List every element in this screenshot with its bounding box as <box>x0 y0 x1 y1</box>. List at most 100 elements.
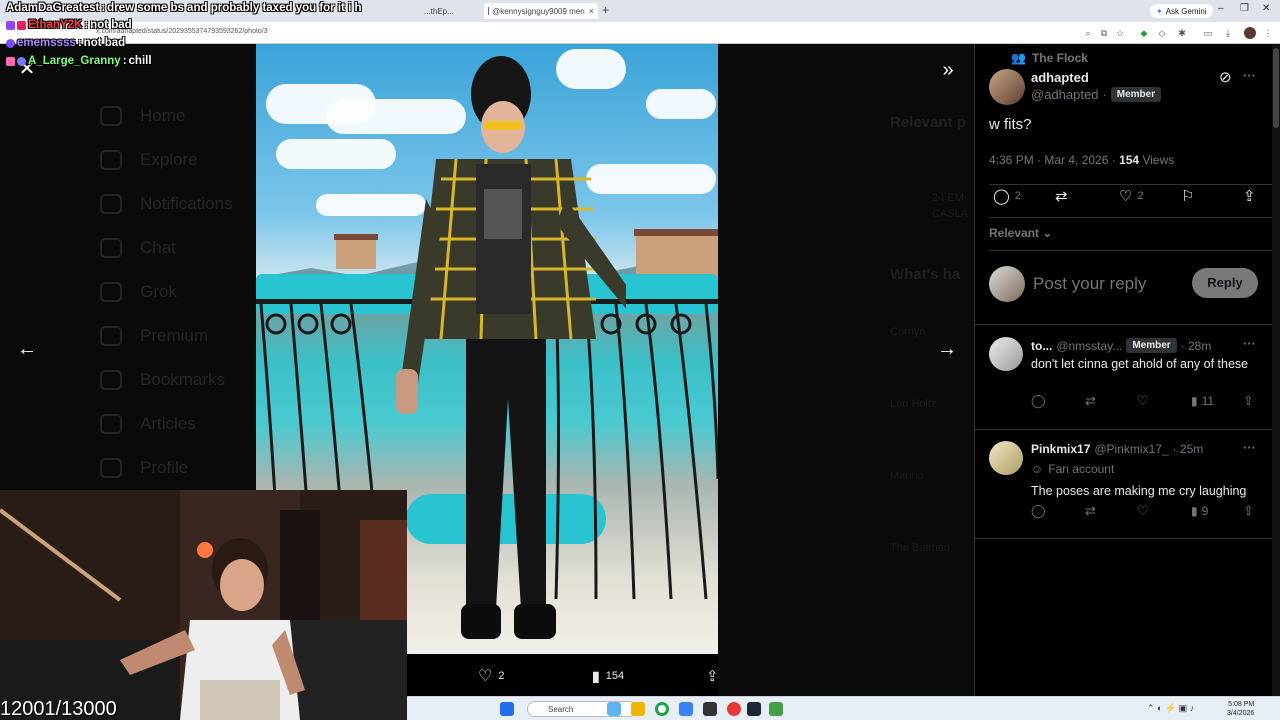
divider <box>975 429 1273 430</box>
divider <box>975 324 1273 325</box>
post-timestamp[interactable]: 4:36 PM · Mar 4, 2026 · <box>989 153 1116 167</box>
file-explorer-icon[interactable] <box>631 702 645 716</box>
close-window-icon[interactable]: ✕ <box>1262 3 1270 14</box>
app-icon[interactable] <box>769 702 783 716</box>
extension-icon[interactable]: ◇ <box>1156 27 1168 39</box>
obs-icon[interactable] <box>727 702 741 716</box>
photo-like-button[interactable]: ♡ 2 <box>478 666 504 686</box>
maximize-icon[interactable]: ❐ <box>1240 3 1249 14</box>
install-icon[interactable]: ⧉ <box>1098 27 1110 39</box>
author-handle[interactable]: @adhapted <box>1031 87 1098 102</box>
views-button[interactable]: ▮ 9 <box>1191 504 1208 518</box>
chat-badge-icon <box>6 38 15 48</box>
bg-nav-articles: Articles <box>100 414 196 434</box>
like-button[interactable]: ♡ 2 <box>1119 187 1144 205</box>
extension-icon[interactable]: ◆ <box>1138 27 1150 39</box>
reply-handle[interactable]: @nmsstay... <box>1056 339 1122 353</box>
divider <box>975 538 1273 539</box>
heart-icon[interactable]: ♡ <box>1137 503 1149 519</box>
chrome-icon[interactable] <box>655 702 669 716</box>
fan-account-text: Fan account <box>1048 462 1115 476</box>
ask-gemini-button[interactable]: ✦ Ask Gemini <box>1150 4 1213 18</box>
divider <box>989 184 1273 185</box>
reply-submit-button[interactable]: Reply <box>1192 268 1258 298</box>
share-icon[interactable]: ⇪ <box>1243 393 1254 409</box>
browser-tab-active[interactable]: @kennysignguy9009 men × <box>484 3 598 19</box>
sort-replies-dropdown[interactable]: Relevant ⌄ <box>989 226 1052 240</box>
taskbar-clock[interactable]: 5:08 PM 3/4/2026 <box>1227 700 1254 718</box>
share-button[interactable]: ⇪ <box>1243 187 1256 205</box>
person-figure <box>396 56 626 639</box>
chat-username: AdamDaGreatest <box>6 2 100 14</box>
edge-icon[interactable] <box>679 702 693 716</box>
author-name[interactable]: adhapted <box>1031 70 1089 85</box>
repost-icon[interactable]: ⇄ <box>1085 393 1096 409</box>
bell-icon <box>100 194 122 214</box>
reply-avatar[interactable] <box>989 441 1023 475</box>
like-count: 2 <box>498 670 505 682</box>
repost-button[interactable]: ⇄ <box>1055 187 1068 205</box>
steam-icon[interactable] <box>747 702 761 716</box>
photo-share-button[interactable]: ⇪ <box>706 667 719 685</box>
browser-tab[interactable]: ...thEp... <box>420 3 480 19</box>
divider <box>989 217 1273 218</box>
search-icon[interactable]: ⌕ <box>1082 27 1094 39</box>
reply-author-name[interactable]: Pinkmix17 <box>1031 442 1090 456</box>
app-icon[interactable] <box>703 702 717 716</box>
reply-time[interactable]: · 28m <box>1181 339 1212 353</box>
reply-handle[interactable]: @Pinkmix17_ <box>1094 442 1168 456</box>
reply-time[interactable]: · 25m <box>1173 442 1204 456</box>
cloud <box>646 89 716 119</box>
share-icon[interactable]: ⇪ <box>1243 503 1254 519</box>
close-tab-icon[interactable]: × <box>589 6 594 16</box>
reply-button[interactable]: ◯ 2 <box>993 187 1021 205</box>
views-button[interactable]: ▮ 11 <box>1191 394 1214 408</box>
scrollbar[interactable] <box>1272 44 1280 696</box>
new-tab-button[interactable]: + <box>602 3 609 17</box>
more-options-icon[interactable]: ··· <box>1243 336 1256 351</box>
widget-icon[interactable] <box>607 702 621 716</box>
profile-avatar[interactable] <box>1244 27 1256 39</box>
minimize-icon[interactable]: – <box>1218 3 1224 14</box>
bookmark-star-icon[interactable]: ☆ <box>1114 27 1126 39</box>
bookmark-button[interactable]: ⚐ <box>1181 187 1194 205</box>
like-count: 2 <box>1137 190 1144 202</box>
grok-icon[interactable]: ⊘ <box>1219 68 1232 86</box>
previous-arrow-icon[interactable]: ← <box>13 335 41 363</box>
chat-text: chill <box>128 55 152 67</box>
puzzle-icon[interactable]: ✱ <box>1176 27 1188 39</box>
community-name: The Flock <box>1031 51 1088 65</box>
community-icon: 👥 <box>1011 51 1026 65</box>
more-options-icon[interactable]: ··· <box>1243 68 1256 83</box>
bg-nav-label: Explore <box>140 150 198 169</box>
tray-icons[interactable]: ⌃ ◐ ⚡ ▣ ♪ <box>1147 703 1194 714</box>
next-arrow-icon[interactable]: → <box>933 335 961 363</box>
mail-icon <box>100 238 122 258</box>
comment-icon[interactable]: ◯ <box>1031 393 1046 409</box>
reply-input[interactable]: Post your reply <box>1033 274 1146 294</box>
bookmark-icon <box>100 370 122 390</box>
download-icon[interactable]: ⤓ <box>1222 27 1234 39</box>
premium-icon <box>100 326 122 346</box>
bg-trend: Marino <box>890 470 924 482</box>
photo-views-button[interactable]: ▮ 154 <box>592 668 624 685</box>
menu-icon[interactable]: ⋮ <box>1262 27 1274 39</box>
scrollbar-thumb[interactable] <box>1273 48 1279 128</box>
chat-username: A_Large_Granny <box>28 55 121 67</box>
gemini-label: Ask Gemini <box>1165 6 1207 16</box>
heart-icon[interactable]: ♡ <box>1137 393 1149 409</box>
collapse-panel-icon[interactable]: » <box>934 56 962 84</box>
more-options-icon[interactable]: ··· <box>1243 440 1256 455</box>
author-avatar[interactable] <box>989 69 1025 105</box>
sidebar-icon[interactable]: ▭ <box>1202 27 1214 39</box>
comment-icon[interactable]: ◯ <box>1031 503 1046 519</box>
tab-label: @kennysignguy9009 men <box>492 6 585 16</box>
community-label[interactable]: 👥 The Flock <box>1011 51 1088 65</box>
bg-trend: Lou Holtz <box>890 398 937 410</box>
windows-start-icon[interactable] <box>500 702 514 716</box>
repost-icon[interactable]: ⇄ <box>1085 503 1096 519</box>
bg-nav-home: Home <box>100 106 185 126</box>
reply-avatar[interactable] <box>989 337 1023 371</box>
reply-author-name[interactable]: to... <box>1031 339 1052 353</box>
chat-text: not bad <box>90 19 132 31</box>
